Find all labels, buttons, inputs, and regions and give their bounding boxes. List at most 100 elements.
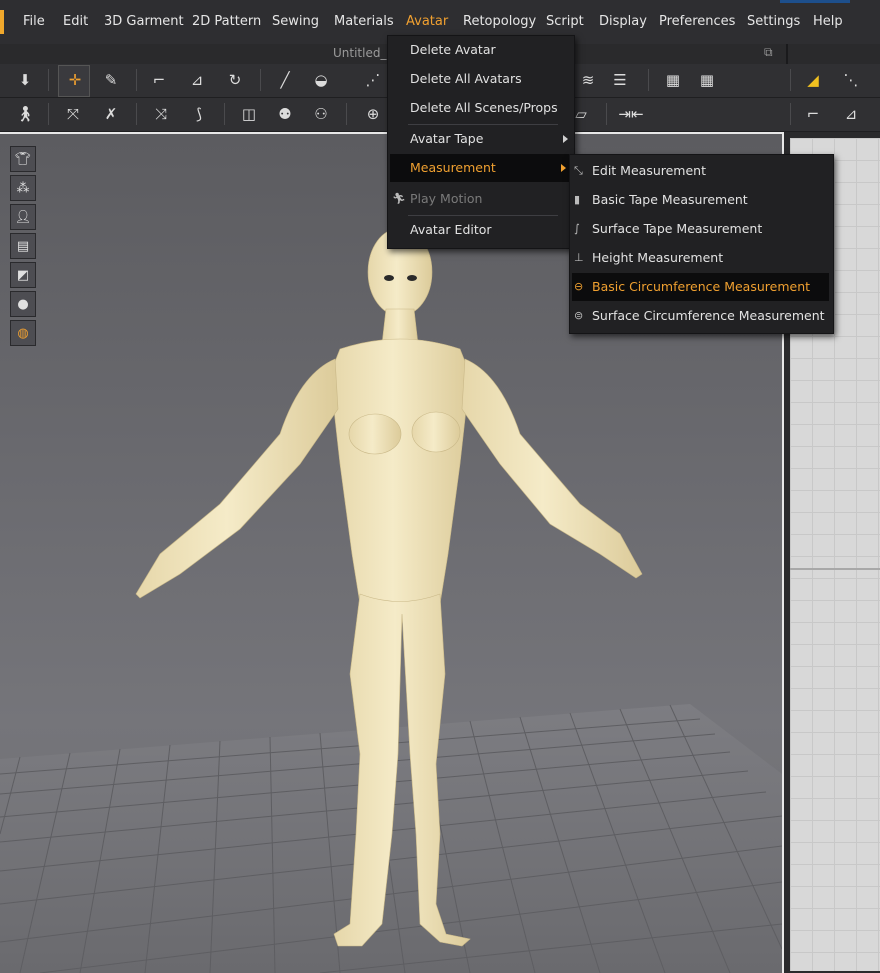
menu-item-avatar-tape[interactable]: Avatar Tape <box>388 125 574 153</box>
menu-item-label: Basic Tape Measurement <box>592 192 748 207</box>
menu-item-label: Delete All Avatars <box>410 71 522 86</box>
move-icon[interactable]: ✛ <box>62 67 88 93</box>
app-accent <box>0 10 4 34</box>
menu-item-edit-measurement[interactable]: ⤡ Edit Measurement <box>570 157 833 185</box>
menu-2d-pattern[interactable]: 2D Pattern <box>192 14 261 29</box>
window-top-line <box>780 0 850 3</box>
particle-icon[interactable]: ⁂ <box>10 175 36 201</box>
toolbar-separator <box>136 103 137 125</box>
submenu-arrow-icon <box>563 135 568 143</box>
brush-icon[interactable]: ✎ <box>98 67 124 93</box>
menu-display[interactable]: Display <box>599 14 647 29</box>
menu-retopology[interactable]: Retopology <box>463 14 536 29</box>
sew-icon[interactable]: ⋰ <box>360 67 386 93</box>
menu-item-surface-tape[interactable]: ∫ Surface Tape Measurement <box>570 215 833 243</box>
toolbar-separator <box>606 103 607 125</box>
pattern-brush-icon[interactable]: ✗ <box>98 101 124 127</box>
menu-item-label: Surface Tape Measurement <box>592 221 763 236</box>
warning-icon[interactable]: ◢ <box>800 67 826 93</box>
circumference-icon: ⊖ <box>574 280 584 293</box>
fold-edit-icon[interactable]: ⊿ <box>838 101 864 127</box>
texture-icon[interactable]: ◩ <box>10 262 36 288</box>
toolbar-separator <box>790 69 791 91</box>
menu-sewing[interactable]: Sewing <box>272 14 319 29</box>
menu-item-avatar-editor[interactable]: Avatar Editor <box>388 216 574 244</box>
menu-file[interactable]: File <box>23 14 45 29</box>
menu-help[interactable]: Help <box>813 14 843 29</box>
toolbar-separator <box>48 69 49 91</box>
menu-item-basic-tape[interactable]: ▮ Basic Tape Measurement <box>570 186 833 214</box>
menu-item-label: Surface Circumference Measurement <box>592 308 825 323</box>
dot-icon[interactable]: ⊕ <box>360 101 386 127</box>
menu-edit[interactable]: Edit <box>63 14 88 29</box>
avatar-menu: Delete Avatar Delete All Avatars Delete … <box>387 35 575 249</box>
align-icon[interactable]: ⇥⇤ <box>618 101 644 127</box>
layers-icon[interactable]: ☰ <box>607 67 633 93</box>
pattern-edit-icon[interactable]: ⤧ <box>60 101 86 127</box>
menu-preferences[interactable]: Preferences <box>659 14 735 29</box>
menu-script[interactable]: Script <box>546 14 584 29</box>
running-figure-icon: 🏃︎ <box>392 192 406 205</box>
avatar-pose-icon[interactable]: 🚶︎ <box>12 101 38 127</box>
menu-item-label: Measurement <box>410 160 496 175</box>
title-divider <box>786 44 788 64</box>
toolbar-separator <box>48 103 49 125</box>
menu-item-delete-avatar[interactable]: Delete Avatar <box>388 36 574 64</box>
toolbar-separator <box>346 103 347 125</box>
2d-divider <box>790 568 880 570</box>
edit-measure-icon: ⤡ <box>574 164 583 177</box>
menu-item-label: Avatar Editor <box>410 222 492 237</box>
surface-circumference-icon: ⊜ <box>574 309 584 322</box>
menu-item-delete-all-scenes[interactable]: Delete All Scenes/Props <box>388 94 574 122</box>
menu-item-label: Basic Circumference Measurement <box>592 279 811 294</box>
arrange-icon[interactable]: ⤨ <box>148 101 174 127</box>
menu-item-label: Avatar Tape <box>410 131 484 146</box>
select-tool-icon[interactable]: ◫ <box>236 101 262 127</box>
menu-avatar[interactable]: Avatar <box>406 14 448 29</box>
menu-item-measurement[interactable]: Measurement <box>390 154 572 182</box>
pattern-icon[interactable]: ▤ <box>10 233 36 259</box>
menu-item-label: Delete Avatar <box>410 42 496 57</box>
grid-icon[interactable]: ▦ <box>660 67 686 93</box>
measurement-submenu: ⤡ Edit Measurement ▮ Basic Tape Measurem… <box>569 154 834 334</box>
tape-icon: ▮ <box>574 193 581 206</box>
avatar-head-icon[interactable]: ● <box>10 291 36 317</box>
menu-item-label: Height Measurement <box>592 250 724 265</box>
height-icon: ⊥ <box>574 251 584 264</box>
toolbar-separator <box>790 103 791 125</box>
menu-item-delete-all-avatars[interactable]: Delete All Avatars <box>388 65 574 93</box>
menu-item-basic-circumference[interactable]: ⊖ Basic Circumference Measurement <box>572 273 829 301</box>
garment-view-icon[interactable]: 👕︎ <box>10 146 36 172</box>
shirt-icon[interactable]: ⚉ <box>272 101 298 127</box>
rotate-icon[interactable]: ↻ <box>222 67 248 93</box>
menu-item-label: Edit Measurement <box>592 163 706 178</box>
pin-icon[interactable]: ⊿ <box>184 67 210 93</box>
menu-item-play-motion[interactable]: 🏃︎ Play Motion <box>388 185 574 213</box>
surface-tape-icon: ∫ <box>574 222 580 235</box>
toolbar-separator <box>136 69 137 91</box>
hanger-icon[interactable]: ◒ <box>308 67 334 93</box>
fold-icon[interactable]: ⌐ <box>146 67 172 93</box>
menu-settings[interactable]: Settings <box>747 14 800 29</box>
menu-item-label: Delete All Scenes/Props <box>410 100 558 115</box>
shirt2-icon[interactable]: ⚇ <box>308 101 334 127</box>
avatar-view-icon[interactable]: 👤︎ <box>10 204 36 230</box>
popout-icon[interactable]: ⧉ <box>764 45 773 60</box>
menu-item-label: Play Motion <box>410 191 483 206</box>
menu-item-height[interactable]: ⊥ Height Measurement <box>570 244 833 272</box>
stack-icon[interactable]: ≋ <box>575 67 601 93</box>
globe-icon[interactable]: ◍ <box>10 320 36 346</box>
down-arrow-icon[interactable]: ⬇ <box>12 67 38 93</box>
points-icon[interactable]: ⋱ <box>838 67 864 93</box>
submenu-arrow-icon <box>561 164 566 172</box>
sew-edit-icon[interactable]: ⌐ <box>800 101 826 127</box>
toolbar-separator <box>648 69 649 91</box>
needle-icon[interactable]: ╱ <box>272 67 298 93</box>
toolbar-separator <box>224 103 225 125</box>
zigzag-icon[interactable]: ⟆ <box>186 101 212 127</box>
menu-3d-garment[interactable]: 3D Garment <box>104 14 184 29</box>
grid2-icon[interactable]: ▦ <box>694 67 720 93</box>
menu-item-surface-circumference[interactable]: ⊜ Surface Circumference Measurement <box>570 302 833 330</box>
menu-materials[interactable]: Materials <box>334 14 394 29</box>
toolbar-separator <box>260 69 261 91</box>
